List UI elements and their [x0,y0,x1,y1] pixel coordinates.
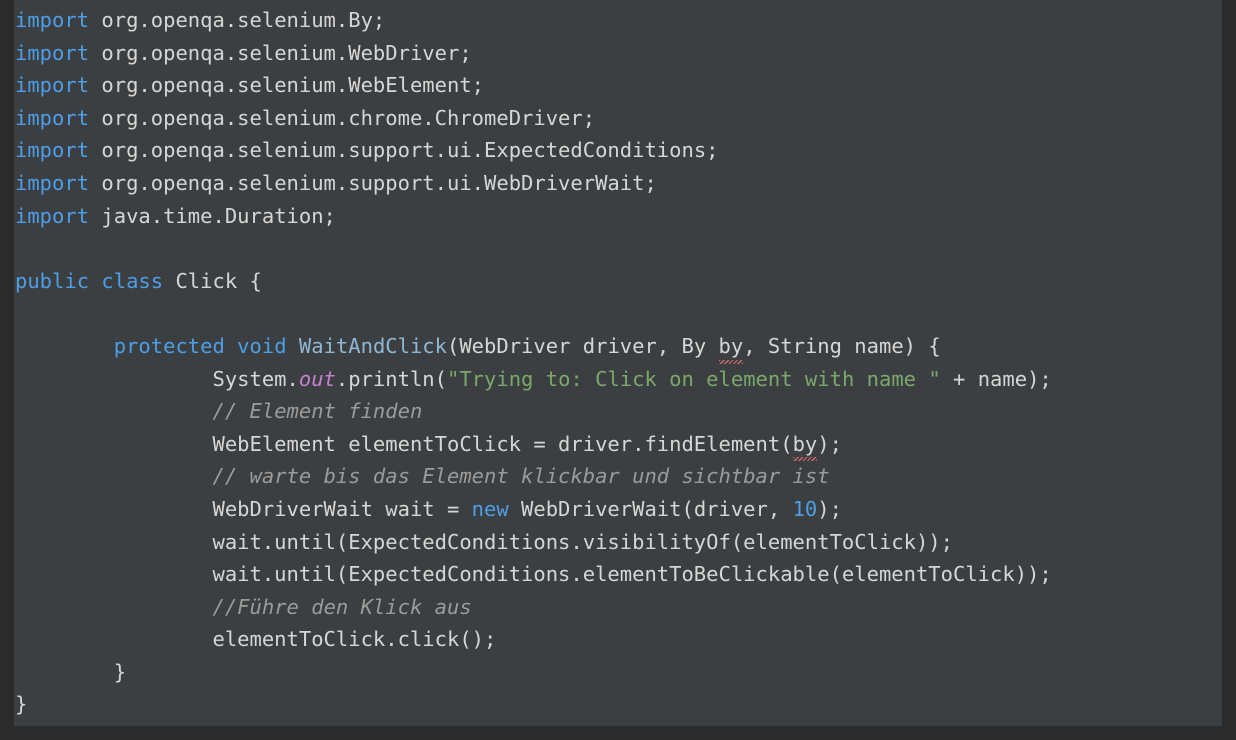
code-token-plain: + name); [940,366,1052,391]
code-token-kw: import [15,203,90,228]
code-token-kw: new [471,496,509,521]
code-token-kw: public class [15,268,164,293]
code-line[interactable] [14,297,1222,330]
code-editor-window: import org.openqa.selenium.By; import org… [0,0,1236,740]
code-token-plain: } [15,659,127,684]
code-line[interactable]: //Führe den Klick aus [14,591,1222,624]
code-line[interactable]: WebDriverWait wait = new WebDriverWait(d… [14,493,1222,526]
code-token-plain: , String name) { [743,333,941,358]
code-token-kw: import [15,170,90,195]
code-editor-surface[interactable]: import org.openqa.selenium.By; import org… [14,0,1222,726]
code-line[interactable]: import org.openqa.selenium.WebDriver; [14,37,1222,70]
code-content[interactable]: import org.openqa.selenium.By; import org… [14,4,1222,721]
code-token-kw: import [15,105,90,130]
code-token-plain: System. [15,366,299,391]
code-token-plain: ); [817,431,842,456]
code-token-cmt: // warte bis das Element klickbar und si… [212,464,830,489]
code-line[interactable]: import org.openqa.selenium.chrome.Chrome… [14,102,1222,135]
code-token-kw: import [15,8,90,32]
code-token-plain: wait.until(ExpectedConditions.visibility… [15,529,953,554]
code-token-plain: .println( [335,366,447,391]
code-token-kw: import [15,40,90,65]
code-line[interactable]: wait.until(ExpectedConditions.visibility… [14,526,1222,559]
code-line[interactable]: } [14,656,1222,689]
spellcheck-underlined-token: by [792,428,817,461]
code-line[interactable]: import org.openqa.selenium.support.ui.Ex… [14,134,1222,167]
editor-right-margin [1222,0,1236,726]
code-token-plain: org.openqa.selenium.By; [89,8,386,32]
code-token-plain: org.openqa.selenium.WebElement; [89,73,485,98]
code-token-str: "Trying to: Click on element with name " [447,366,941,391]
code-token-cmt: //Führe den Klick aus [212,594,472,619]
code-token-plain: WebDriverWait wait = [15,496,472,521]
code-line[interactable]: import org.openqa.selenium.By; [14,4,1222,37]
code-line[interactable]: } [14,688,1222,721]
code-line[interactable]: public class Click { [14,265,1222,298]
code-token-plain: WebElement elementToClick = driver.findE… [15,431,793,456]
code-token-plain: elementToClick.click(); [15,627,497,652]
code-line[interactable]: elementToClick.click(); [14,623,1222,656]
editor-left-gutter [0,0,14,726]
editor-bottom-margin [0,726,1236,740]
code-token-plain: } [15,692,28,717]
code-line[interactable]: protected void WaitAndClick(WebDriver dr… [14,330,1222,364]
code-token-plain: (WebDriver driver, By [447,333,719,358]
code-line[interactable]: import org.openqa.selenium.support.ui.We… [14,167,1222,200]
code-token-kw: protected void [113,333,287,358]
spellcheck-underlined-token: by [718,330,743,364]
code-token-plain: org.openqa.selenium.chrome.ChromeDriver; [89,105,596,130]
code-token-plain: org.openqa.selenium.WebDriver; [89,40,472,65]
code-line[interactable]: // warte bis das Element klickbar und si… [14,460,1222,493]
code-token-plain: Click { [163,268,262,293]
code-line[interactable]: import org.openqa.selenium.WebElement; [14,69,1222,102]
code-token-plain: wait.until(ExpectedConditions.elementToB… [15,562,1052,587]
code-token-plain: org.openqa.selenium.support.ui.WebDriver… [89,170,657,195]
code-line[interactable]: // Element finden [14,395,1222,428]
code-line[interactable]: WebElement elementToClick = driver.findE… [14,428,1222,461]
code-token-plain: ); [817,496,842,521]
code-token-kw: import [15,73,90,98]
code-token-kw: import [15,138,90,163]
code-token-num: 10 [792,496,818,521]
code-line[interactable]: wait.until(ExpectedConditions.elementToB… [14,558,1222,591]
code-line[interactable]: System.out.println("Trying to: Click on … [14,363,1222,396]
code-token-plain: java.time.Duration; [89,203,336,228]
code-token-meth: WaitAndClick [286,333,447,358]
code-token-stat: out [298,366,336,391]
code-line[interactable]: import java.time.Duration; [14,200,1222,233]
code-token-plain: WebDriverWait(driver, [508,496,793,521]
code-line[interactable] [14,232,1222,265]
code-token-plain: org.openqa.selenium.support.ui.ExpectedC… [89,138,719,163]
code-token-cmt: // Element finden [212,399,423,424]
